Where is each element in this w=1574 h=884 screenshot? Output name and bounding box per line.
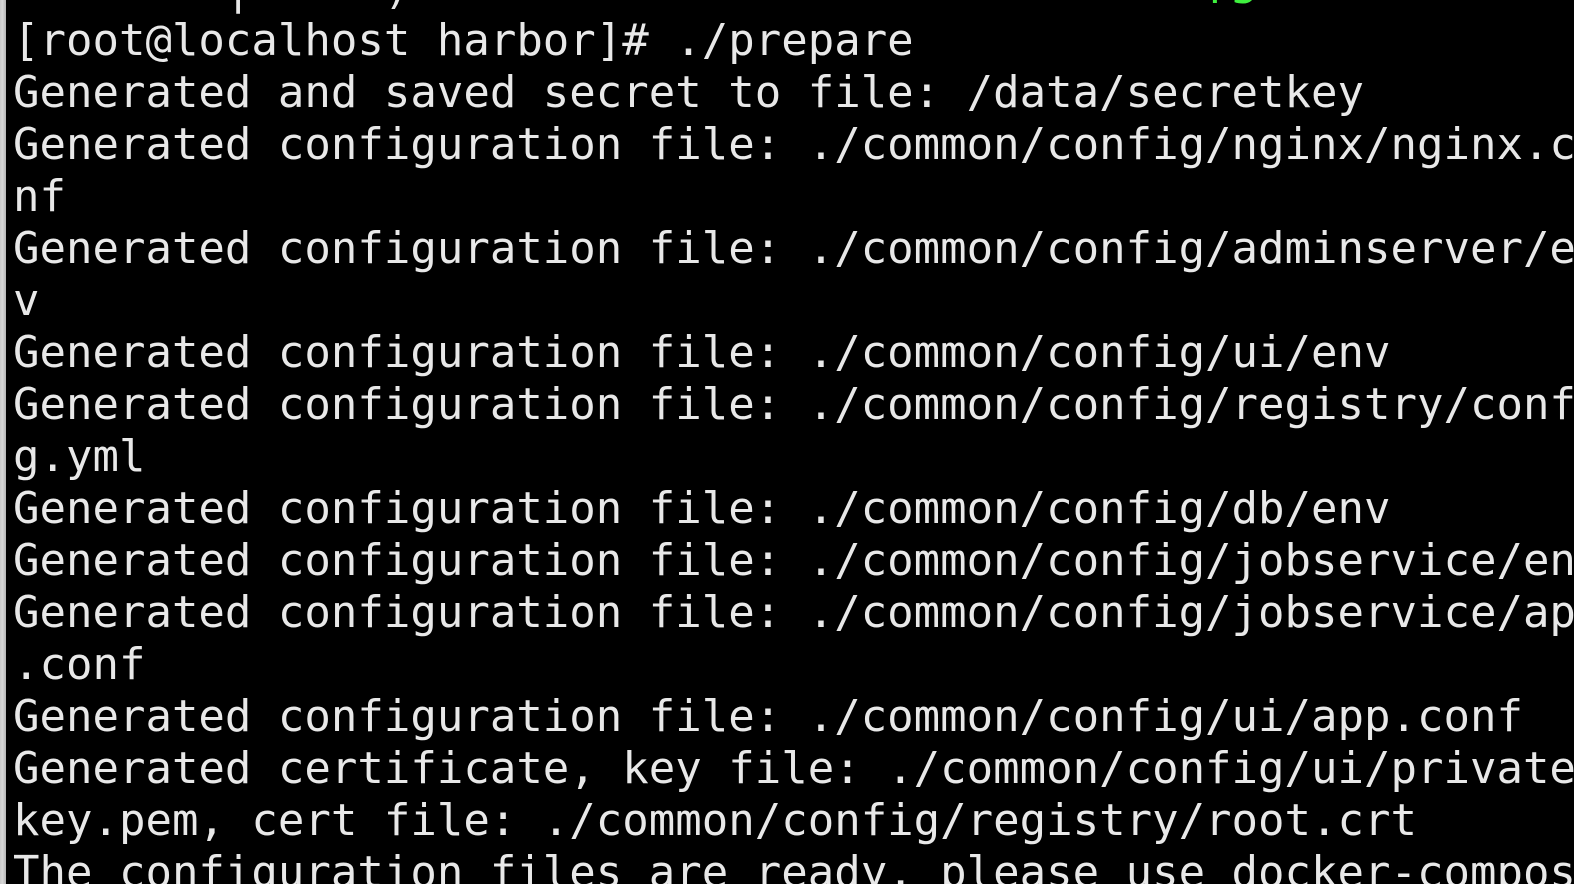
terminal-text-segment: nf bbox=[13, 171, 66, 222]
terminal-text-segment: g.yml bbox=[13, 431, 146, 482]
terminal-line: | ) r5 bbox=[6, 0, 1574, 15]
terminal-line: The configuration files are ready, pleas… bbox=[6, 847, 1574, 884]
terminal-text-segment: Generated configuration file: ./common/c… bbox=[13, 483, 1391, 534]
terminal-line: Generated configuration file: ./common/c… bbox=[6, 119, 1574, 171]
terminal-line: .conf bbox=[6, 639, 1574, 691]
terminal-line: Generated configuration file: ./common/c… bbox=[6, 587, 1574, 639]
terminal-text-segment: Generated configuration file: ./common/c… bbox=[13, 535, 1574, 586]
terminal-text-segment: The configuration files are ready, pleas… bbox=[13, 847, 1574, 884]
terminal-window[interactable]: | ) r5[root@localhost harbor]# ./prepare… bbox=[0, 0, 1574, 884]
terminal-text-segment: [root@localhost harbor]# ./prepare bbox=[13, 15, 914, 66]
terminal-text-segment: Generated configuration file: ./common/c… bbox=[13, 119, 1574, 170]
terminal-text-segment: Generated configuration file: ./common/c… bbox=[13, 379, 1574, 430]
terminal-text-segment: Generated configuration file: ./common/c… bbox=[13, 223, 1574, 274]
terminal-left-scrollbar[interactable] bbox=[0, 0, 6, 884]
terminal-text-segment: Generated certificate, key file: ./commo… bbox=[13, 743, 1574, 794]
terminal-text-segment: Generated configuration file: ./common/c… bbox=[13, 587, 1574, 638]
terminal-line: [root@localhost harbor]# ./prepare bbox=[6, 15, 1574, 67]
terminal-text-segment: Generated configuration file: ./common/c… bbox=[13, 327, 1391, 378]
terminal-screen-buffer[interactable]: | ) r5[root@localhost harbor]# ./prepare… bbox=[6, 0, 1574, 884]
terminal-line: Generated configuration file: ./common/c… bbox=[6, 223, 1574, 275]
terminal-line: nf bbox=[6, 171, 1574, 223]
terminal-line: Generated and saved secret to file: /dat… bbox=[6, 67, 1574, 119]
terminal-line: Generated configuration file: ./common/c… bbox=[6, 379, 1574, 431]
terminal-text-segment: r5 bbox=[1205, 0, 1258, 14]
terminal-text-segment: key.pem, cert file: ./common/config/regi… bbox=[13, 795, 1417, 846]
terminal-line: Generated configuration file: ./common/c… bbox=[6, 691, 1574, 743]
terminal-line: g.yml bbox=[6, 431, 1574, 483]
terminal-line: key.pem, cert file: ./common/config/regi… bbox=[6, 795, 1574, 847]
terminal-line: Generated configuration file: ./common/c… bbox=[6, 483, 1574, 535]
terminal-line: Generated configuration file: ./common/c… bbox=[6, 327, 1574, 379]
terminal-text-segment: Generated and saved secret to file: /dat… bbox=[13, 67, 1365, 118]
terminal-line: v bbox=[6, 275, 1574, 327]
terminal-text-segment: Generated configuration file: ./common/c… bbox=[13, 691, 1523, 742]
terminal-text-segment: .conf bbox=[13, 639, 146, 690]
terminal-line: Generated certificate, key file: ./commo… bbox=[6, 743, 1574, 795]
terminal-line: Generated configuration file: ./common/c… bbox=[6, 535, 1574, 587]
terminal-text-segment: v bbox=[13, 275, 40, 326]
terminal-text-segment: | ) bbox=[13, 0, 1205, 14]
